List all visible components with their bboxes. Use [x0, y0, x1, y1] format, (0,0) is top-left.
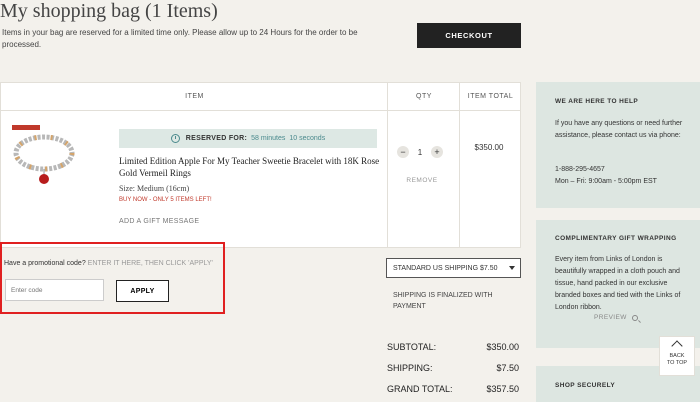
promo-code-section: Have a promotional code? ENTER IT HERE, …: [0, 242, 225, 314]
checkout-button[interactable]: CHECKOUT: [417, 23, 521, 48]
shipping-note: SHIPPING IS FINALIZED WITH PAYMENT: [393, 292, 493, 310]
gift-wrapping-text: Every item from Links of London is beaut…: [555, 256, 681, 311]
back-to-top-button[interactable]: BACK TO TOP: [659, 336, 695, 376]
decrease-quantity-button[interactable]: −: [397, 146, 409, 158]
reserve-note: Items in your bag are reserved for a lim…: [2, 28, 358, 49]
gift-wrapping-card: COMPLIMENTARY GIFT WRAPPING Every item f…: [536, 220, 700, 348]
cart-panel: ITEM QTY ITEM TOTAL RESERVED FOR: 58 min…: [0, 82, 521, 248]
stock-note: BUY NOW - ONLY 5 ITEMS LEFT!: [119, 197, 212, 203]
chevron-up-icon: [671, 340, 683, 352]
reserved-minutes: 58 minutes: [251, 135, 286, 142]
remove-item-link[interactable]: REMOVE: [388, 177, 456, 184]
promo-label: Have a promotional code? ENTER IT HERE, …: [4, 260, 213, 267]
grand-total-label: GRAND TOTAL:: [387, 384, 453, 394]
caret-down-icon: [509, 266, 515, 270]
bracelet-chain: [13, 134, 75, 172]
help-card: WE ARE HERE TO HELP If you have any ques…: [536, 82, 700, 208]
column-header-qty: QTY: [388, 83, 460, 111]
shipping-row: SHIPPING: $7.50: [387, 363, 519, 373]
column-divider: [459, 83, 460, 247]
preview-label: PREVIEW: [594, 314, 627, 321]
product-image[interactable]: [9, 123, 79, 193]
gift-wrapping-title: COMPLIMENTARY GIFT WRAPPING: [555, 235, 677, 242]
apple-charm-icon: [39, 174, 49, 184]
grand-total-value: $357.50: [486, 384, 519, 394]
subtotal-label: SUBTOTAL:: [387, 342, 437, 352]
shipping-label: SHIPPING:: [387, 363, 433, 373]
column-divider: [387, 83, 388, 247]
add-gift-message-link[interactable]: ADD A GIFT MESSAGE: [119, 218, 199, 225]
quantity-value: 1: [417, 147, 423, 157]
promo-hint: ENTER IT HERE, THEN CLICK 'APPLY': [87, 260, 213, 267]
grand-total-row: GRAND TOTAL: $357.50: [387, 384, 519, 394]
shop-securely-title: SHOP SECURELY: [555, 382, 616, 389]
column-header-item: ITEM: [1, 83, 388, 111]
promo-question: Have a promotional code?: [4, 260, 86, 267]
subtotal-row: SUBTOTAL: $350.00: [387, 342, 519, 352]
reserved-timer: RESERVED FOR: 58 minutes 10 seconds: [119, 129, 377, 148]
promo-code-input[interactable]: [5, 279, 104, 301]
product-name[interactable]: Limited Edition Apple For My Teacher Swe…: [119, 155, 381, 179]
clock-icon: [170, 134, 180, 143]
page-title: My shopping bag (1 Items): [0, 0, 218, 22]
help-phone[interactable]: 1-888-295-4657: [555, 164, 695, 176]
product-size: Size: Medium (16cm): [119, 184, 190, 193]
subtotal-value: $350.00: [486, 342, 519, 352]
help-text: If you have any questions or need furthe…: [555, 120, 683, 139]
help-hours: Mon – Fri: 9:00am - 5:00pm EST: [555, 178, 657, 185]
item-total: $350.00: [474, 143, 504, 152]
product-tag: [12, 125, 40, 130]
quantity-stepper: − 1 +: [397, 146, 443, 158]
apply-promo-button[interactable]: APPLY: [116, 280, 169, 302]
reserved-label: RESERVED FOR:: [185, 135, 248, 142]
back-to-top-line2: TO TOP: [666, 360, 688, 366]
help-title: WE ARE HERE TO HELP: [555, 98, 639, 105]
shipping-method-select[interactable]: STANDARD US SHIPPING $7.50: [386, 258, 521, 278]
column-header-total: ITEM TOTAL: [460, 83, 521, 111]
gift-preview-link[interactable]: PREVIEW: [594, 314, 638, 321]
increase-quantity-button[interactable]: +: [431, 146, 443, 158]
back-to-top-line1: BACK: [669, 353, 685, 359]
magnifier-icon: [631, 314, 638, 321]
shipping-selected: STANDARD US SHIPPING $7.50: [393, 264, 498, 272]
shipping-value: $7.50: [496, 363, 519, 373]
reserved-seconds: 10 seconds: [289, 135, 326, 142]
